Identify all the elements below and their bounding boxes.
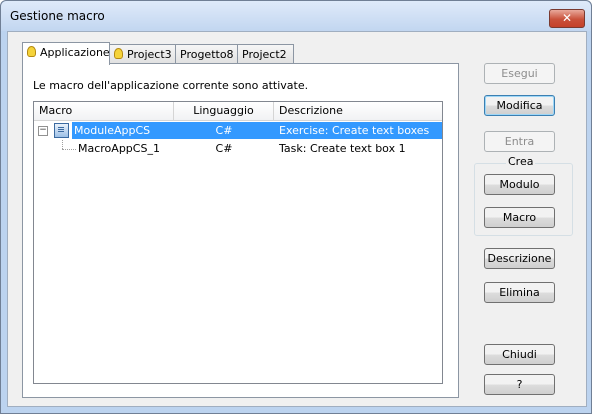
module-icon bbox=[54, 123, 69, 138]
table-row[interactable]: − ModuleAppCS C# Exercise: Create text b… bbox=[34, 122, 442, 139]
title-bar[interactable]: Gestione macro ✕ bbox=[1, 1, 591, 31]
info-text: Le macro dell'applicazione corrente sono… bbox=[33, 79, 309, 92]
elimina-button[interactable]: Elimina bbox=[484, 282, 555, 303]
column-header-descrizione[interactable]: Descrizione bbox=[274, 102, 442, 120]
macro-description: Task: Create text box 1 bbox=[279, 142, 406, 155]
column-header-macro[interactable]: Macro bbox=[34, 102, 174, 120]
modulo-button[interactable]: Modulo bbox=[484, 174, 555, 195]
tab-progetto8[interactable]: Progetto8 bbox=[175, 44, 238, 64]
tab-applicazione[interactable]: Applicazione bbox=[22, 42, 110, 65]
macro-button[interactable]: Macro bbox=[484, 207, 555, 228]
macro-table[interactable]: Macro Linguaggio Descrizione − ModuleApp… bbox=[33, 101, 443, 384]
lightbulb-icon bbox=[27, 46, 36, 57]
chiudi-button[interactable]: Chiudi bbox=[484, 344, 555, 365]
collapse-icon[interactable]: − bbox=[38, 126, 48, 136]
tab-label: Applicazione bbox=[40, 46, 110, 59]
window-title: Gestione macro bbox=[10, 9, 105, 23]
tree-connector bbox=[62, 140, 64, 149]
tab-label: Project2 bbox=[242, 48, 287, 61]
lightbulb-icon bbox=[114, 48, 123, 59]
esegui-button[interactable]: Esegui bbox=[484, 63, 555, 84]
tab-project2[interactable]: Project2 bbox=[237, 44, 294, 64]
dialog-window: Gestione macro ✕ Applicazione Project3 P… bbox=[0, 0, 592, 414]
table-row[interactable]: MacroAppCS_1 C# Task: Create text box 1 bbox=[34, 140, 442, 157]
tab-project3[interactable]: Project3 bbox=[109, 44, 176, 64]
descrizione-button[interactable]: Descrizione bbox=[484, 248, 555, 269]
tree-connector bbox=[62, 149, 76, 151]
entra-button[interactable]: Entra bbox=[484, 131, 555, 152]
tab-label: Project3 bbox=[127, 48, 172, 61]
macro-name: MacroAppCS_1 bbox=[78, 142, 160, 155]
macro-name: ModuleAppCS bbox=[72, 122, 174, 139]
macro-language: C# bbox=[174, 122, 274, 139]
crea-group-label: Crea bbox=[506, 155, 536, 168]
modifica-button[interactable]: Modifica bbox=[484, 95, 555, 116]
table-header: Macro Linguaggio Descrizione bbox=[34, 102, 442, 121]
column-header-linguaggio[interactable]: Linguaggio bbox=[174, 102, 274, 120]
help-button[interactable]: ? bbox=[484, 374, 555, 395]
macro-description: Exercise: Create text boxes bbox=[274, 122, 442, 139]
macro-language: C# bbox=[215, 142, 233, 155]
tab-label: Progetto8 bbox=[180, 48, 234, 61]
dialog-client-area: Applicazione Project3 Progetto8 Project2… bbox=[7, 31, 587, 407]
tab-panel: Le macro dell'applicazione corrente sono… bbox=[22, 63, 459, 398]
close-button[interactable]: ✕ bbox=[549, 9, 585, 28]
